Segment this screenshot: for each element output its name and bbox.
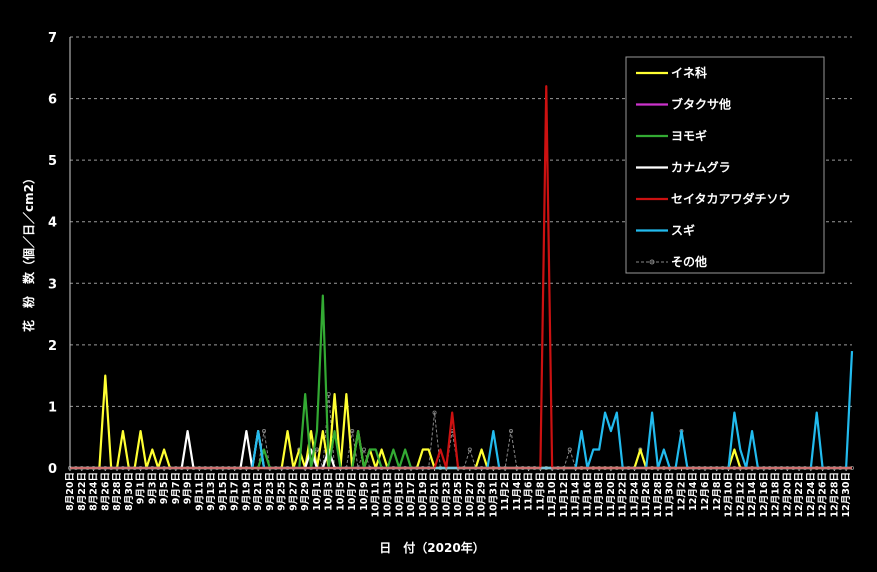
x-tick-label: 12月30日 [841, 472, 852, 517]
x-tick-label: 11月14日 [571, 472, 582, 517]
x-tick-label: 12月6日 [700, 472, 711, 511]
x-tick-label: 10月19日 [418, 472, 429, 517]
x-tick-label: 12月28日 [829, 472, 840, 517]
x-tick-label: 11月6日 [524, 472, 535, 511]
x-tick-label: 9月15日 [218, 472, 229, 511]
y-tick-label: 5 [48, 154, 57, 169]
x-tick-label: 10月25日 [453, 472, 464, 517]
x-tick-label: 9月21日 [253, 472, 264, 511]
x-tick-label: 10月9日 [359, 472, 370, 511]
legend: イネ科ブタクサ他ヨモギカナムグラセイタカアワダチソウスギその他 [625, 56, 825, 274]
x-tick-label: 10月31日 [488, 472, 499, 517]
y-tick-label: 4 [48, 216, 57, 231]
x-tick-label: 12月14日 [747, 472, 758, 517]
x-axis-label: 日 付（2020年） [379, 540, 484, 555]
x-tick-label: 10月7日 [347, 472, 358, 511]
x-tick-label: 12月10日 [724, 472, 735, 517]
x-tick-label: 11月28日 [653, 472, 664, 517]
y-tick-label: 1 [48, 400, 57, 415]
x-tick-label: 12月16日 [759, 472, 770, 517]
legend-label: スギ [671, 223, 695, 238]
x-tick-label: 10月15日 [394, 472, 405, 517]
x-tick-label: 12月2日 [676, 472, 687, 511]
x-tick-label: 10月3日 [324, 472, 335, 511]
x-tick-label: 11月20日 [606, 472, 617, 517]
x-tick-label: 10月29日 [477, 472, 488, 517]
x-tick-label: 12月12日 [735, 472, 746, 517]
x-tick-label: 9月11日 [194, 472, 205, 511]
legend-label: その他 [671, 254, 707, 269]
x-tick-label: 12月26日 [818, 472, 829, 517]
x-tick-label: 11月26日 [641, 472, 652, 517]
y-tick-labels: 0 1 2 3 4 5 6 7 [48, 31, 57, 477]
y-tick-label: 2 [48, 339, 57, 354]
x-tick-label: 8月26日 [100, 472, 111, 511]
series-line [70, 294, 852, 470]
x-tick-label: 9月29日 [300, 472, 311, 511]
x-tick-label: 10月11日 [371, 472, 382, 517]
x-tick-label: 10月27日 [465, 472, 476, 517]
x-tick-label: 8月24日 [89, 472, 100, 511]
x-tick-label: 11月10日 [547, 472, 558, 517]
x-tick-label: 10月17日 [406, 472, 417, 517]
x-tick-label: 10月1日 [312, 472, 323, 511]
x-tick-label: 12月4日 [688, 472, 699, 511]
x-tick-label: 11月4日 [512, 472, 523, 511]
x-tick-label: 9月1日 [136, 472, 147, 504]
x-tick-label: 11月2日 [500, 472, 511, 511]
x-tick-label: 12月20日 [782, 472, 793, 517]
x-tick-label: 10月21日 [430, 472, 441, 517]
x-tick-label: 11月18日 [594, 472, 605, 517]
x-tick-label: 9月3日 [147, 472, 158, 504]
x-tick-label: 11月16日 [582, 472, 593, 517]
x-tick-label: 10月23日 [441, 472, 452, 517]
x-tick-label: 9月13日 [206, 472, 217, 511]
x-tick-label: 9月7日 [171, 472, 182, 504]
pollen-chart: 01234567 8月20日 8月22日 8月24日 8月26日 8月28日 8月30日 9… [21, 31, 855, 555]
x-tick-label: 10月5日 [335, 472, 346, 511]
x-tick-label: 12月8日 [712, 472, 723, 511]
x-tick-label: 12月22日 [794, 472, 805, 517]
x-tick-label: 9月5日 [159, 472, 170, 504]
x-tick-label: 8月30日 [124, 472, 135, 511]
x-tick-label: 9月25日 [277, 472, 288, 511]
y-axis-label: 花 粉 数（個／日／cm2） [21, 172, 36, 332]
x-tick-label: 10月13日 [383, 472, 394, 517]
y-tick-label: 6 [48, 93, 57, 108]
x-tick-label: 9月27日 [288, 472, 299, 511]
legend-label: ブタクサ他 [671, 97, 731, 112]
y-tick-label: 3 [48, 277, 57, 292]
legend-label: イネ科 [671, 65, 707, 80]
x-tick-label: 11月12日 [559, 472, 570, 517]
x-tick-label: 8月28日 [112, 472, 123, 511]
x-tick-label: 9月9日 [183, 472, 194, 504]
y-tick-label: 7 [48, 31, 57, 46]
x-tick-label: 12月24日 [806, 472, 817, 517]
x-tick-label: 11月22日 [618, 472, 629, 517]
y-tick-label: 0 [48, 462, 57, 477]
x-tick-label: 8月22日 [77, 472, 88, 511]
x-tick-label: 8月20日 [65, 472, 76, 511]
legend-label: ヨモギ [671, 128, 707, 143]
x-tick-label: 9月19日 [241, 472, 252, 511]
series-line [70, 374, 852, 470]
legend-label: カナムグラ [671, 160, 731, 175]
x-tick-labels: 8月20日 8月22日 8月24日 8月26日 8月28日 8月30日 9月1日 9月3日 9月… [65, 468, 852, 517]
x-tick-label: 9月17日 [230, 472, 241, 511]
x-tick-label: 12月18日 [771, 472, 782, 517]
x-tick-label: 11月30日 [665, 472, 676, 517]
x-tick-label: 9月23日 [265, 472, 276, 511]
x-tick-label: 11月8日 [535, 472, 546, 511]
x-tick-label: 11月24日 [629, 472, 640, 517]
legend-label: セイタカアワダチソウ [671, 191, 791, 206]
